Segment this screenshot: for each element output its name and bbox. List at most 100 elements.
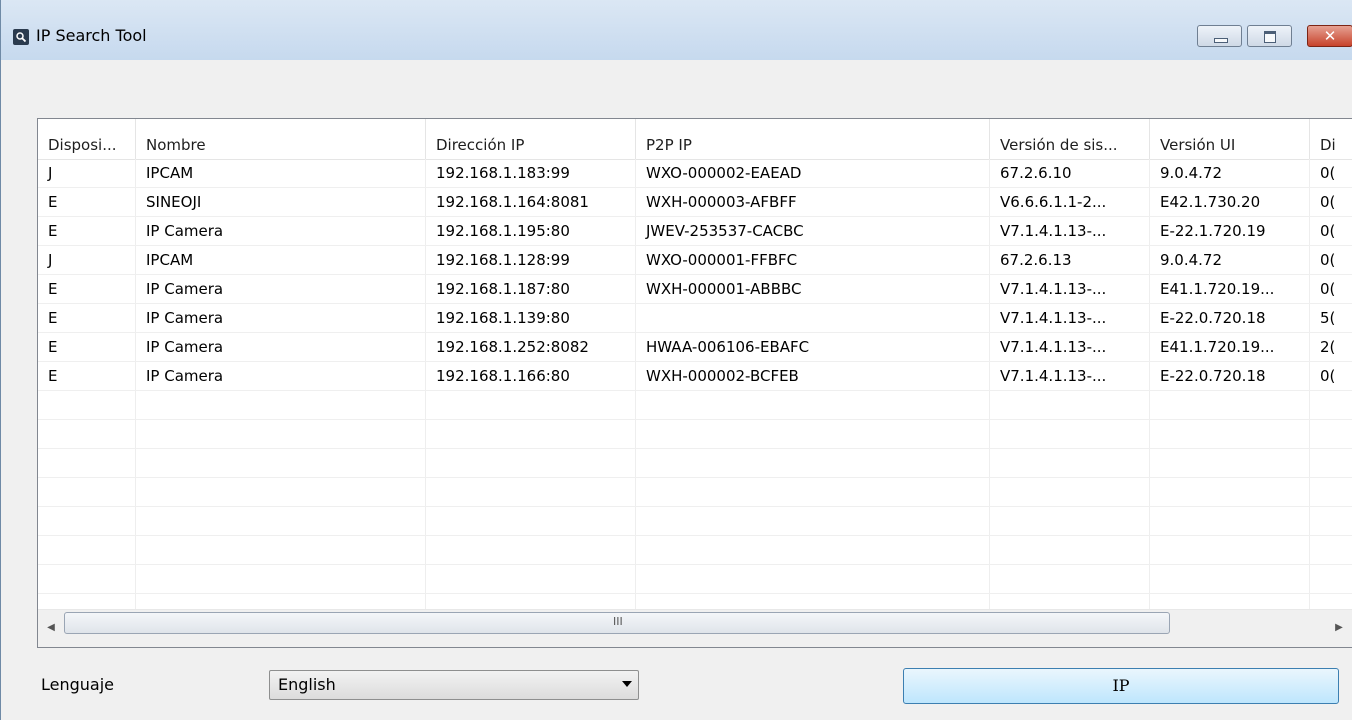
minimize-icon [1198, 26, 1241, 46]
table-cell: 2( [1320, 338, 1336, 356]
language-label: Lenguaje [41, 675, 115, 694]
minimize-button[interactable] [1197, 25, 1242, 47]
ip-button[interactable]: IP [903, 668, 1339, 704]
scrollbar-grip-icon: III [613, 615, 623, 628]
dropdown-arrow-icon [622, 681, 632, 687]
table-cell: IP Camera [146, 280, 224, 298]
table-cell: V7.1.4.1.13-... [1000, 280, 1107, 298]
table-cell: 67.2.6.13 [1000, 251, 1072, 269]
table-cell: E [48, 338, 58, 356]
table-cell: E [48, 367, 58, 385]
table-cell: IPCAM [146, 164, 194, 182]
table-cell: E [48, 309, 58, 327]
table-cell: V6.6.6.1.1-2... [1000, 193, 1107, 211]
table-cell: 0( [1320, 193, 1336, 211]
table-row[interactable]: J IPCAM 192.168.1.183:99 WXO-000002-EAEAD 67… [38, 159, 1352, 188]
table-cell: 192.168.1.187:80 [436, 280, 570, 298]
column-header[interactable]: Nombre [136, 119, 426, 159]
table-cell: 0( [1320, 367, 1336, 385]
scroll-right-icon[interactable]: ▶ [1328, 612, 1350, 644]
table-cell: 9.0.4.72 [1160, 164, 1223, 182]
table-cell: IPCAM [146, 251, 194, 269]
table-cell: 192.168.1.183:99 [436, 164, 570, 182]
table-cell: E41.1.720.19... [1160, 280, 1275, 298]
list-header: Disposi... Nombre Dirección IP P2P IP Versió… [38, 119, 1352, 160]
close-button[interactable]: ✕ [1307, 25, 1352, 47]
table-row[interactable]: E SINEOJI 192.168.1.164:8081 WXH-000003-AFB… [38, 188, 1352, 217]
table-cell: 192.168.1.128:99 [436, 251, 570, 269]
column-header[interactable]: Dirección IP [426, 119, 636, 159]
table-cell: 0( [1320, 222, 1336, 240]
table-cell: WXH-000003-AFBFF [646, 193, 797, 211]
table-cell: V7.1.4.1.13-... [1000, 309, 1107, 327]
main-window: IP Search Tool ✕ Disposi... Nombre Direcci… [0, 0, 1352, 720]
table-cell: E-22.0.720.18 [1160, 367, 1266, 385]
table-cell: J [48, 164, 53, 182]
table-cell: 67.2.6.10 [1000, 164, 1072, 182]
scrollbar-thumb[interactable]: III [64, 612, 1170, 634]
table-row[interactable]: E IP Camera 192.168.1.166:80 WXH-000002-BCF… [38, 362, 1352, 391]
table-row[interactable]: E IP Camera 192.168.1.187:80 WXH-000001-ABB… [38, 275, 1352, 304]
table-cell: HWAA-006106-EBAFC [646, 338, 810, 356]
table-cell: E [48, 222, 58, 240]
window-title: IP Search Tool [36, 26, 147, 45]
table-cell: WXO-000001-FFBFC [646, 251, 798, 269]
row-divider [38, 449, 1352, 478]
table-cell: 0( [1320, 280, 1336, 298]
table-cell: J [48, 251, 53, 269]
column-header[interactable]: Versión UI [1150, 119, 1310, 159]
row-divider [38, 536, 1352, 565]
table-cell: 192.168.1.195:80 [436, 222, 570, 240]
column-header[interactable]: P2P IP [636, 119, 990, 159]
device-list[interactable]: Disposi... Nombre Dirección IP P2P IP Versió… [37, 118, 1352, 648]
row-divider [38, 478, 1352, 507]
table-cell: E [48, 280, 58, 298]
scroll-left-icon[interactable]: ◀ [40, 612, 62, 644]
language-select[interactable]: English [269, 670, 639, 700]
table-cell: WXH-000001-ABBBC [646, 280, 802, 298]
maximize-button[interactable] [1247, 25, 1292, 47]
table-cell: IP Camera [146, 309, 224, 327]
table-row[interactable]: E IP Camera 192.168.1.139:80 V7.1.4.1.13-..… [38, 304, 1352, 333]
table-cell: IP Camera [146, 367, 224, 385]
table-cell: V7.1.4.1.13-... [1000, 367, 1107, 385]
row-divider [38, 420, 1352, 449]
table-row[interactable]: E IP Camera 192.168.1.195:80 JWEV-253537-CA… [38, 217, 1352, 246]
table-cell: 5( [1320, 309, 1336, 327]
row-divider [38, 507, 1352, 536]
app-search-icon [13, 29, 29, 45]
row-divider [38, 391, 1352, 420]
table-cell: 192.168.1.139:80 [436, 309, 570, 327]
table-row[interactable]: E IP Camera 192.168.1.252:8082 HWAA-006106-… [38, 333, 1352, 362]
table-cell: 0( [1320, 164, 1336, 182]
column-header[interactable]: Di [1310, 119, 1352, 159]
table-cell: 192.168.1.166:80 [436, 367, 570, 385]
maximize-icon [1248, 26, 1291, 46]
table-cell: E-22.1.720.19 [1160, 222, 1266, 240]
table-cell: IP Camera [146, 222, 224, 240]
column-header[interactable]: Disposi... [38, 119, 136, 159]
table-cell: 192.168.1.164:8081 [436, 193, 589, 211]
title-bar[interactable]: IP Search Tool ✕ [1, 0, 1352, 60]
language-select-value: English [278, 675, 336, 694]
table-cell: 9.0.4.72 [1160, 251, 1223, 269]
table-row[interactable]: J IPCAM 192.168.1.128:99 WXO-000001-FFBFC 67… [38, 246, 1352, 275]
row-divider [38, 565, 1352, 594]
table-cell: 0( [1320, 251, 1336, 269]
table-cell: JWEV-253537-CACBC [646, 222, 804, 240]
table-cell: E [48, 193, 58, 211]
table-cell: E-22.0.720.18 [1160, 309, 1266, 327]
column-header[interactable]: Versión de sis... [990, 119, 1150, 159]
table-cell: E41.1.720.19... [1160, 338, 1275, 356]
table-cell: V7.1.4.1.13-... [1000, 338, 1107, 356]
table-cell: V7.1.4.1.13-... [1000, 222, 1107, 240]
horizontal-scrollbar[interactable]: ◀ III ▶ [38, 609, 1352, 647]
table-cell: IP Camera [146, 338, 224, 356]
table-cell: E42.1.730.20 [1160, 193, 1261, 211]
close-icon: ✕ [1323, 27, 1337, 45]
table-cell: 192.168.1.252:8082 [436, 338, 589, 356]
table-cell: WXO-000002-EAEAD [646, 164, 802, 182]
table-cell [636, 304, 990, 333]
table-cell: SINEOJI [146, 193, 202, 211]
table-cell: WXH-000002-BCFEB [646, 367, 799, 385]
